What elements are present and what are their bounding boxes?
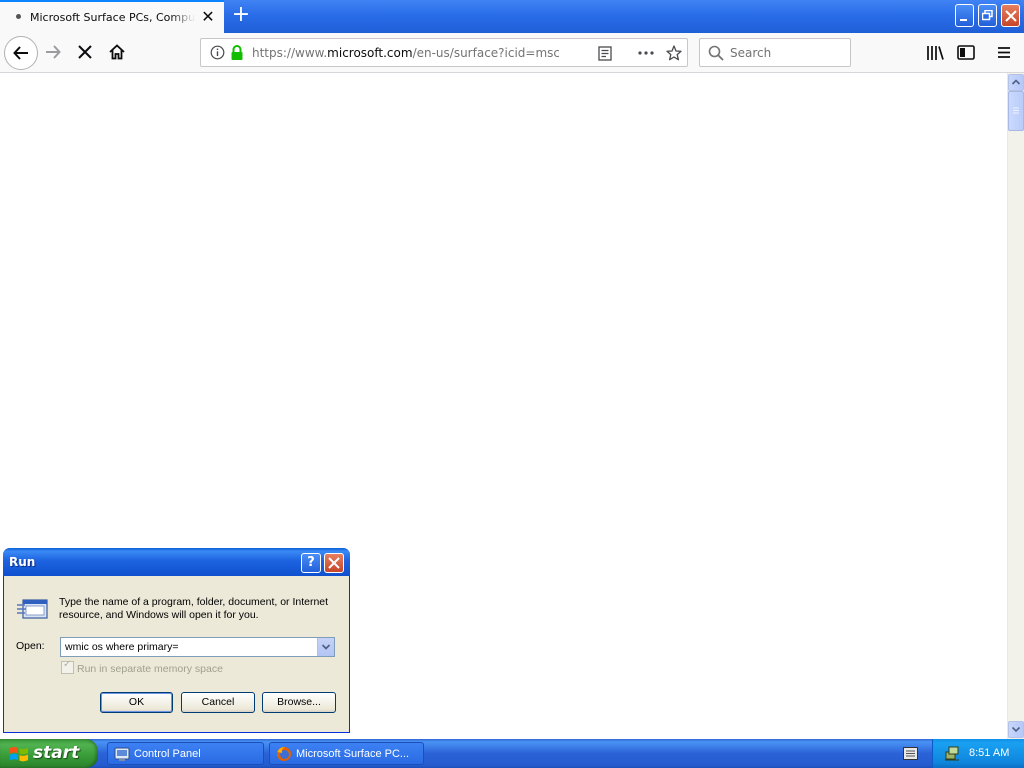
vertical-scrollbar[interactable] (1007, 73, 1024, 739)
open-combobox[interactable] (60, 637, 335, 657)
taskbar: start Control Panel Microsoft Surface PC… (0, 739, 1024, 768)
dialog-close-button[interactable] (324, 553, 344, 573)
browse-button[interactable]: Browse... (262, 692, 336, 713)
home-icon (109, 44, 125, 60)
url-text[interactable]: https://www.microsoft.com/en-us/surface?… (252, 46, 559, 60)
system-tray: 8:51 AM (932, 739, 1024, 768)
taskbar-item-control-panel[interactable]: Control Panel (107, 742, 264, 765)
info-icon[interactable] (210, 45, 225, 60)
run-dialog-description: Type the name of a program, folder, docu… (59, 596, 329, 621)
close-icon (1005, 10, 1017, 22)
lock-icon[interactable] (230, 45, 244, 61)
tab-close-icon[interactable]: ✕ (200, 8, 216, 26)
back-button[interactable] (4, 36, 38, 70)
separate-memory-checkbox: Run in separate memory space (61, 659, 223, 675)
reader-view-icon[interactable] (598, 46, 612, 61)
restore-button[interactable] (978, 4, 997, 27)
browser-tab-strip: Microsoft Surface PCs, Computers ✕ + (0, 0, 1024, 33)
start-label: start (33, 743, 80, 763)
ok-button[interactable]: OK (100, 692, 173, 713)
restore-icon (982, 10, 993, 21)
library-icon[interactable] (926, 45, 944, 61)
separate-memory-label: Run in separate memory space (77, 663, 223, 675)
search-icon (708, 45, 724, 61)
taskbar-item-firefox[interactable]: Microsoft Surface PC... (269, 742, 424, 765)
browser-tab[interactable]: Microsoft Surface PCs, Computers ✕ (0, 0, 224, 33)
run-program-icon (17, 599, 48, 619)
new-tab-button[interactable]: + (230, 4, 252, 26)
scroll-up-arrow-icon (1011, 79, 1021, 85)
minimize-button[interactable] (955, 4, 974, 27)
help-button[interactable]: ? (301, 553, 321, 573)
grip-icon (1013, 107, 1019, 114)
scroll-down-button[interactable] (1008, 721, 1024, 738)
run-dialog: Run ? Type the name of a program, folder… (3, 548, 350, 733)
back-arrow-icon (13, 46, 28, 60)
keyboard-icon[interactable] (903, 747, 918, 760)
firefox-icon (277, 747, 291, 761)
cancel-button[interactable]: Cancel (181, 692, 255, 713)
window-close-button[interactable] (1001, 4, 1020, 27)
scroll-thumb[interactable] (1008, 91, 1024, 131)
clock: 8:51 AM (969, 747, 1010, 759)
forward-button[interactable] (38, 37, 68, 67)
search-bar[interactable] (699, 38, 851, 67)
page-actions-icon[interactable] (638, 51, 654, 55)
taskbar-item-label: Microsoft Surface PC... (296, 748, 410, 760)
stop-icon (78, 45, 92, 59)
minimize-icon (960, 19, 967, 21)
run-dialog-titlebar[interactable]: Run ? (3, 548, 350, 576)
home-button[interactable] (102, 37, 132, 67)
chevron-down-icon (321, 644, 331, 650)
stop-button[interactable] (70, 37, 100, 67)
close-icon (328, 557, 340, 569)
search-input[interactable] (730, 44, 842, 61)
scroll-down-arrow-icon (1011, 726, 1021, 733)
menu-icon[interactable] (997, 46, 1011, 59)
open-input[interactable] (65, 640, 315, 654)
run-dialog-title: Run (9, 555, 36, 569)
sidebar-icon[interactable] (957, 45, 975, 60)
control-panel-icon (114, 747, 130, 761)
navigation-toolbar: https://www.microsoft.com/en-us/surface?… (0, 33, 1024, 73)
scroll-up-button[interactable] (1008, 74, 1024, 91)
address-bar[interactable]: https://www.microsoft.com/en-us/surface?… (200, 38, 688, 67)
tab-title: Microsoft Surface PCs, Computers (30, 11, 195, 24)
open-dropdown-button[interactable] (317, 638, 334, 656)
windows-logo-icon (10, 747, 28, 762)
loading-indicator-icon (16, 14, 21, 19)
network-icon[interactable] (944, 745, 960, 761)
bookmark-star-icon[interactable] (666, 45, 682, 61)
checkbox-check-icon (61, 659, 74, 674)
forward-arrow-icon (46, 45, 61, 59)
open-label: Open: (16, 640, 45, 652)
start-button[interactable]: start (0, 739, 98, 768)
taskbar-item-label: Control Panel (134, 748, 201, 760)
